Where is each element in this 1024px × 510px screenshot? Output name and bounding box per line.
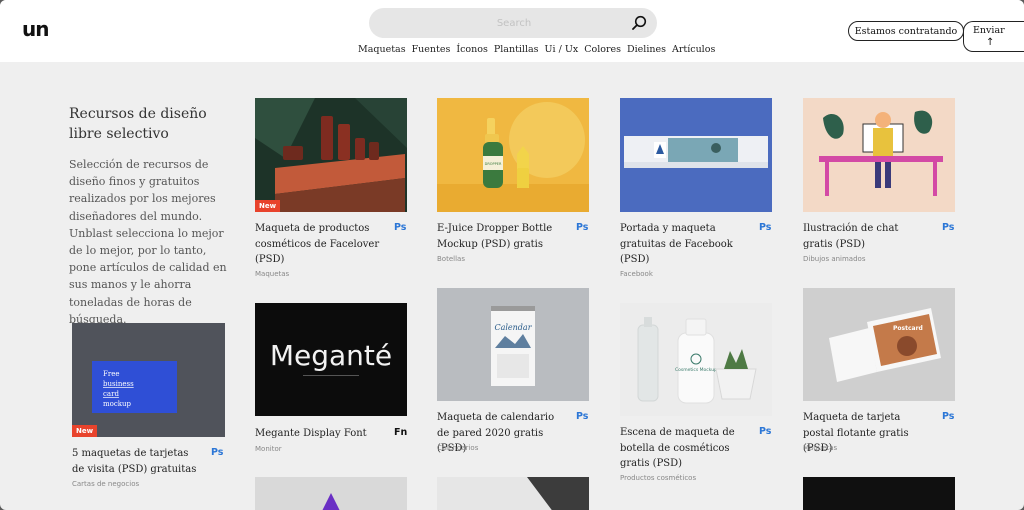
- card-thumbnail[interactable]: [437, 477, 589, 510]
- search-bar: [369, 8, 657, 38]
- nav-item-fuentes[interactable]: Fuentes: [412, 44, 451, 55]
- card-thumbnail[interactable]: Postcard: [803, 288, 955, 401]
- resource-card-chat-illustration[interactable]: Ilustración de chat gratis (PSD) Ps Dibu…: [803, 98, 955, 268]
- card-title[interactable]: Megante Display Font: [255, 426, 383, 442]
- resource-card-partial[interactable]: [255, 477, 407, 510]
- megante-font-image: Meganté: [255, 303, 407, 416]
- search-input[interactable]: [369, 8, 619, 38]
- send-button[interactable]: Enviar ↑: [963, 21, 1024, 52]
- partial-image: [437, 477, 589, 510]
- business-card-image: Free business card mockup: [72, 323, 225, 437]
- photoshop-badge: Ps: [576, 411, 589, 422]
- svg-text:business: business: [103, 380, 134, 388]
- card-category[interactable]: Monitor: [255, 445, 282, 453]
- card-thumbnail[interactable]: [255, 477, 407, 510]
- card-title[interactable]: 5 maquetas de tarjetas de visita (PSD) g…: [72, 446, 200, 477]
- card-thumbnail[interactable]: [803, 477, 955, 510]
- card-thumbnail[interactable]: Cosmetics Mockup: [620, 303, 772, 416]
- card-title[interactable]: Ilustración de chat gratis (PSD): [803, 221, 931, 252]
- browser-frame: un Maquetas Fuentes Íconos Plantillas Ui…: [0, 0, 1024, 510]
- font-badge: Fn: [394, 427, 408, 438]
- svg-text:Postcard: Postcard: [893, 325, 923, 332]
- photoshop-badge: Ps: [759, 426, 772, 437]
- send-button-label: Enviar: [973, 25, 1005, 36]
- hiring-button[interactable]: Estamos contratando: [848, 21, 964, 41]
- photoshop-badge: Ps: [942, 222, 955, 233]
- card-thumbnail[interactable]: Free business card mockup New: [72, 323, 225, 437]
- partial-image: [255, 477, 407, 510]
- nav-item-ui-ux[interactable]: Ui / Ux: [545, 44, 579, 55]
- svg-text:Free: Free: [103, 370, 120, 378]
- calendar-image: Calendar: [437, 288, 589, 401]
- photoshop-badge: Ps: [394, 222, 407, 233]
- card-category[interactable]: Botellas: [437, 255, 465, 263]
- resource-card-postcard[interactable]: Postcard Maqueta de tarjeta postal flota…: [803, 288, 955, 458]
- cosmetics-image: [255, 98, 407, 212]
- resource-card-cosmetic-bottle[interactable]: Cosmetics Mockup Escena de maqueta de bo…: [620, 303, 772, 488]
- arrow-up-icon: ↑: [986, 37, 995, 48]
- resource-card-dropper[interactable]: DROPPER E-Juice Dropper Bottle Mockup (P…: [437, 98, 589, 268]
- svg-text:Cosmetics Mockup: Cosmetics Mockup: [675, 367, 717, 373]
- photoshop-badge: Ps: [576, 222, 589, 233]
- card-thumbnail[interactable]: [620, 98, 772, 212]
- new-badge: New: [255, 200, 281, 212]
- cosmetic-bottle-image: Cosmetics Mockup: [620, 303, 772, 416]
- nav-item-maquetas[interactable]: Maquetas: [358, 44, 406, 55]
- intro-section: Recursos de diseño libre selectivo Selec…: [69, 104, 234, 328]
- nav-item-dielines[interactable]: Dielines: [627, 44, 666, 55]
- card-title[interactable]: Maqueta de productos cosméticos de Facel…: [255, 221, 383, 268]
- card-category[interactable]: Calendarios: [437, 444, 478, 452]
- card-category[interactable]: Maquetas: [803, 444, 837, 452]
- card-category[interactable]: Maquetas: [255, 270, 289, 278]
- photoshop-badge: Ps: [942, 411, 955, 422]
- photoshop-badge: Ps: [211, 447, 224, 458]
- card-title[interactable]: Escena de maqueta de botella de cosmétic…: [620, 425, 748, 472]
- unblast-logo[interactable]: un: [22, 17, 50, 41]
- svg-text:mockup: mockup: [103, 400, 132, 408]
- intro-description: Selección de recursos de diseño finos y …: [69, 158, 227, 326]
- chat-illustration-image: [803, 98, 955, 212]
- resource-card-facebook[interactable]: Portada y maqueta gratuitas de Facebook …: [620, 98, 772, 283]
- resource-card-calendar[interactable]: Calendar Maqueta de calendario de pared …: [437, 288, 589, 458]
- new-badge: New: [72, 425, 98, 437]
- top-bar: un Maquetas Fuentes Íconos Plantillas Ui…: [0, 0, 1024, 62]
- card-category[interactable]: Productos cosméticos: [620, 474, 696, 482]
- photoshop-badge: Ps: [759, 222, 772, 233]
- svg-text:Calendar: Calendar: [494, 323, 532, 332]
- card-thumbnail[interactable]: New: [255, 98, 407, 212]
- card-thumbnail[interactable]: [803, 98, 955, 212]
- svg-text:DROPPER: DROPPER: [485, 162, 502, 166]
- resource-card-facelover[interactable]: New Maqueta de productos cosméticos de F…: [255, 98, 407, 283]
- resource-card-partial[interactable]: [803, 477, 955, 510]
- search-icon[interactable]: [631, 15, 647, 31]
- nav-item-iconos[interactable]: Íconos: [456, 44, 488, 55]
- card-title[interactable]: Portada y maqueta gratuitas de Facebook …: [620, 221, 748, 268]
- category-nav: Maquetas Fuentes Íconos Plantillas Ui / …: [358, 44, 721, 55]
- card-category[interactable]: Facebook: [620, 270, 653, 278]
- svg-text:card: card: [103, 390, 119, 398]
- card-title[interactable]: E-Juice Dropper Bottle Mockup (PSD) grat…: [437, 221, 565, 252]
- resource-card-partial[interactable]: [437, 477, 589, 510]
- nav-item-articulos[interactable]: Artículos: [672, 44, 715, 55]
- card-thumbnail[interactable]: Calendar: [437, 288, 589, 401]
- dropper-bottle-image: DROPPER: [437, 98, 589, 212]
- intro-title: Recursos de diseño libre selectivo: [69, 106, 207, 142]
- facebook-cover-image: [620, 98, 772, 212]
- nav-item-colores[interactable]: Colores: [584, 44, 621, 55]
- card-thumbnail[interactable]: DROPPER: [437, 98, 589, 212]
- nav-item-plantillas[interactable]: Plantillas: [494, 44, 539, 55]
- resource-card-megante[interactable]: Meganté Megante Display Font Fn Monitor: [255, 303, 407, 458]
- card-category[interactable]: Cartas de negocios: [72, 480, 139, 488]
- card-category[interactable]: Dibujos animados: [803, 255, 865, 263]
- postcard-image: Postcard: [803, 288, 955, 401]
- resource-card-business-cards[interactable]: Free business card mockup New 5 maquetas…: [72, 323, 225, 493]
- svg-text:Meganté: Meganté: [270, 339, 392, 372]
- card-thumbnail[interactable]: Meganté: [255, 303, 407, 416]
